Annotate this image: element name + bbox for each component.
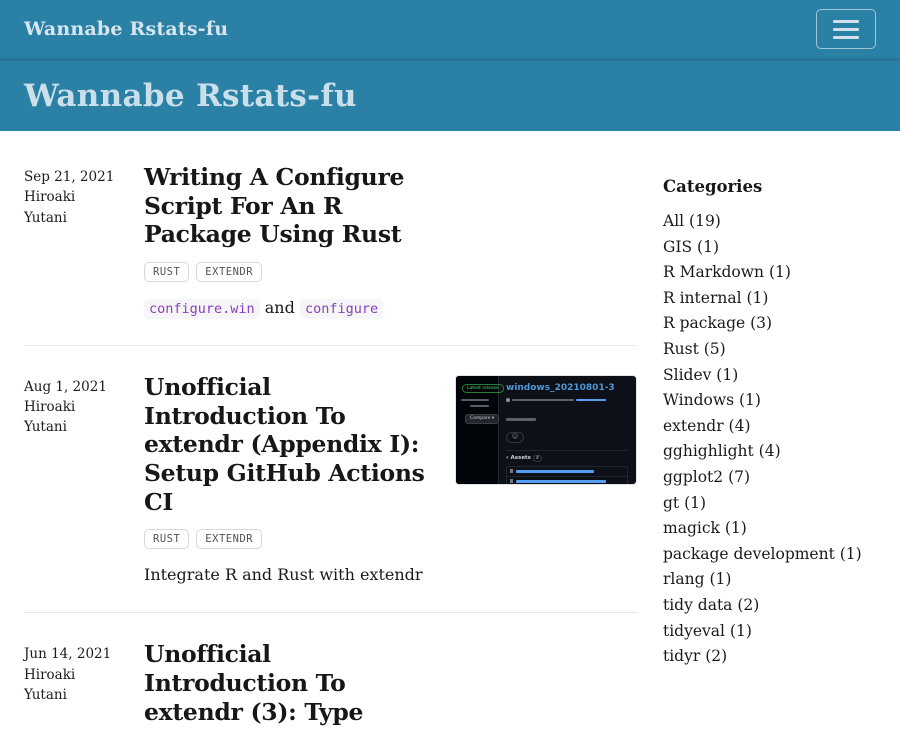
post-date: Sep 21, 2021 <box>24 167 144 187</box>
release-title: windows_20210801-3 <box>506 383 628 393</box>
thumb-release-main: windows_20210801-3 ☺ ▾ <box>498 376 636 484</box>
release-run-line <box>506 406 628 425</box>
navbar-brand-link[interactable]: Wannabe Rstats-fu <box>24 18 228 40</box>
category-link[interactable]: Rust (5) <box>663 337 876 363</box>
page-title: Wannabe Rstats-fu <box>24 78 357 114</box>
description-text: and <box>260 298 300 317</box>
thumb-muted-line <box>461 399 489 402</box>
asset-row <box>507 467 627 476</box>
thumb-release-sidebar: Latest release Compare ▾ <box>456 376 499 484</box>
inline-code: configure <box>300 299 383 319</box>
category-link[interactable]: R package (3) <box>663 311 876 337</box>
asset-link-line <box>516 480 606 483</box>
category-link[interactable]: extendr (4) <box>663 414 876 440</box>
title-thumbnail-row: Unofficial Introduction To extendr (Appe… <box>144 373 637 516</box>
chevron-down-icon: ▾ <box>506 455 509 461</box>
tag-chip: RUST <box>144 529 189 549</box>
post-date: Aug 1, 2021 <box>24 377 144 397</box>
tag-chip: EXTENDR <box>196 262 262 282</box>
category-link[interactable]: package development (1) <box>663 542 876 568</box>
avatar <box>506 398 510 402</box>
post-list: Sep 21, 2021 Hiroaki Yutani Writing A Co… <box>24 163 637 751</box>
tag-list: RUST EXTENDR <box>144 262 637 282</box>
post-item: Jun 14, 2021 Hiroaki Yutani Unofficial I… <box>24 613 637 751</box>
post-item: Aug 1, 2021 Hiroaki Yutani Unofficial In… <box>24 346 637 613</box>
top-navbar: Wannabe Rstats-fu <box>0 0 900 58</box>
category-link[interactable]: magick (1) <box>663 516 876 542</box>
post-thumbnail[interactable]: Latest release Compare ▾ windows_2021080… <box>455 375 637 485</box>
category-link[interactable]: tidy data (2) <box>663 593 876 619</box>
assets-header: ▾ Assets 4 <box>506 450 628 462</box>
categories-heading: Categories <box>663 177 876 196</box>
category-link[interactable]: gghighlight (4) <box>663 439 876 465</box>
category-link[interactable]: All (19) <box>663 209 876 235</box>
category-link[interactable]: R Markdown (1) <box>663 260 876 286</box>
assets-list: Source code (zip) Source code (tar.gz) <box>506 466 628 485</box>
post-meta: Jun 14, 2021 Hiroaki Yutani <box>24 640 144 726</box>
category-link[interactable]: Slidev (1) <box>663 363 876 389</box>
category-link[interactable]: Windows (1) <box>663 388 876 414</box>
category-link[interactable]: tidyeval (1) <box>663 619 876 645</box>
tag-chip: EXTENDR <box>196 529 262 549</box>
post-author: Hiroaki Yutani <box>24 397 104 438</box>
inline-code: configure.win <box>144 299 260 319</box>
tag-chip: RUST <box>144 262 189 282</box>
category-link[interactable]: ggplot2 (7) <box>663 465 876 491</box>
post-title-link[interactable]: Writing A Configure Script For An R Pack… <box>144 163 442 249</box>
post-body: Unofficial Introduction To extendr (3): … <box>144 640 637 726</box>
post-meta: Aug 1, 2021 Hiroaki Yutani <box>24 373 144 587</box>
assets-label: Assets <box>511 455 531 461</box>
thumb-muted-line <box>470 405 489 408</box>
post-title-link[interactable]: Unofficial Introduction To extendr (Appe… <box>144 373 442 516</box>
menu-toggle-button[interactable] <box>816 9 876 49</box>
main-content: Sep 21, 2021 Hiroaki Yutani Writing A Co… <box>0 131 900 751</box>
release-meta-line <box>506 398 628 402</box>
category-link[interactable]: R internal (1) <box>663 286 876 312</box>
asset-link-line <box>516 470 594 473</box>
hamburger-icon <box>833 20 859 39</box>
post-body: Writing A Configure Script For An R Pack… <box>144 163 637 320</box>
post-item: Sep 21, 2021 Hiroaki Yutani Writing A Co… <box>24 163 637 346</box>
category-link[interactable]: tidyr (2) <box>663 644 876 670</box>
reaction-button: ☺ <box>506 432 524 443</box>
post-body: Unofficial Introduction To extendr (Appe… <box>144 373 637 587</box>
category-link[interactable]: GIS (1) <box>663 235 876 261</box>
post-author: Hiroaki Yutani <box>24 187 104 228</box>
post-date: Jun 14, 2021 <box>24 644 144 664</box>
categories-sidebar: Categories All (19) GIS (1) R Markdown (… <box>663 163 876 751</box>
compare-button: Compare ▾ <box>465 414 499 424</box>
post-title-link[interactable]: Unofficial Introduction To extendr (3): … <box>144 640 442 726</box>
category-link[interactable]: rlang (1) <box>663 567 876 593</box>
asset-row <box>507 476 627 485</box>
thumb-muted-line <box>506 418 536 421</box>
file-icon <box>510 479 513 483</box>
thumb-muted-line <box>512 399 574 402</box>
assets-count-badge: 4 <box>533 455 542 462</box>
post-author: Hiroaki Yutani <box>24 665 104 706</box>
category-link[interactable]: gt (1) <box>663 491 876 517</box>
post-description: configure.win and configure <box>144 296 637 320</box>
thumb-muted-line <box>576 399 606 402</box>
category-list: All (19) GIS (1) R Markdown (1) R intern… <box>663 209 876 670</box>
site-header: Wannabe Rstats-fu <box>0 58 900 131</box>
file-icon <box>510 469 513 473</box>
post-description: Integrate R and Rust with extendr <box>144 563 637 587</box>
tag-list: RUST EXTENDR <box>144 529 637 549</box>
post-meta: Sep 21, 2021 Hiroaki Yutani <box>24 163 144 320</box>
